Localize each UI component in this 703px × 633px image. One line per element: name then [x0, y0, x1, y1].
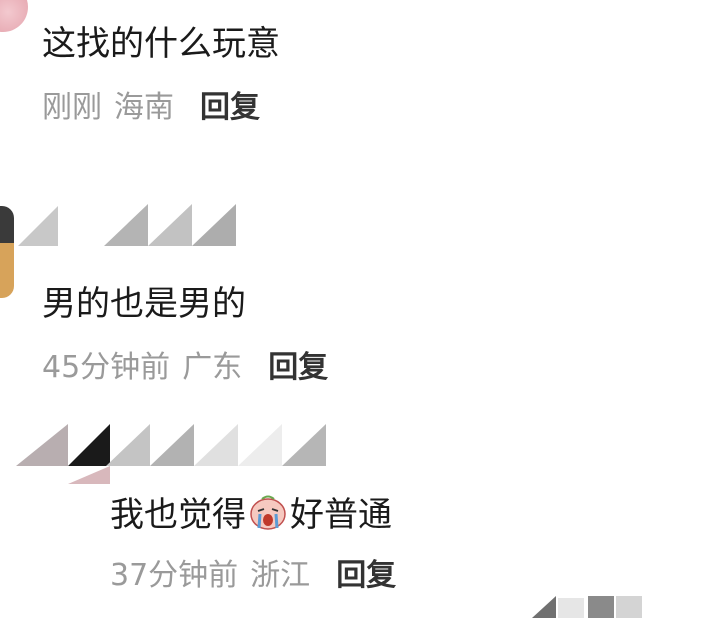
- reply-text: 我也觉得 好普通: [110, 492, 392, 535]
- reply-button[interactable]: 回复: [268, 350, 328, 386]
- reply-region: 浙江: [250, 558, 311, 593]
- reply-button[interactable]: 回复: [336, 558, 396, 594]
- reply-button[interactable]: 回复: [200, 90, 260, 126]
- comment-time: 45分钟前: [42, 350, 171, 385]
- comment-meta: 刚刚 海南 回复: [42, 90, 260, 126]
- watermark-mosaic: [532, 596, 642, 618]
- username-mosaic: [18, 204, 236, 246]
- username-mosaic: [16, 424, 326, 484]
- comment-region: 海南: [114, 90, 174, 125]
- comment-region: 广东: [182, 350, 243, 385]
- reply-meta: 37分钟前 浙江 回复: [110, 558, 396, 594]
- comment-text: 这找的什么玩意: [42, 24, 280, 64]
- comment-time: 刚刚: [42, 90, 102, 125]
- comment-text: 男的也是男的: [42, 284, 246, 324]
- crying-face-sticker-icon: [250, 495, 286, 530]
- avatar[interactable]: [0, 0, 28, 32]
- comment-meta: 45分钟前 广东 回复: [42, 350, 328, 386]
- reply-time: 37分钟前: [110, 558, 239, 593]
